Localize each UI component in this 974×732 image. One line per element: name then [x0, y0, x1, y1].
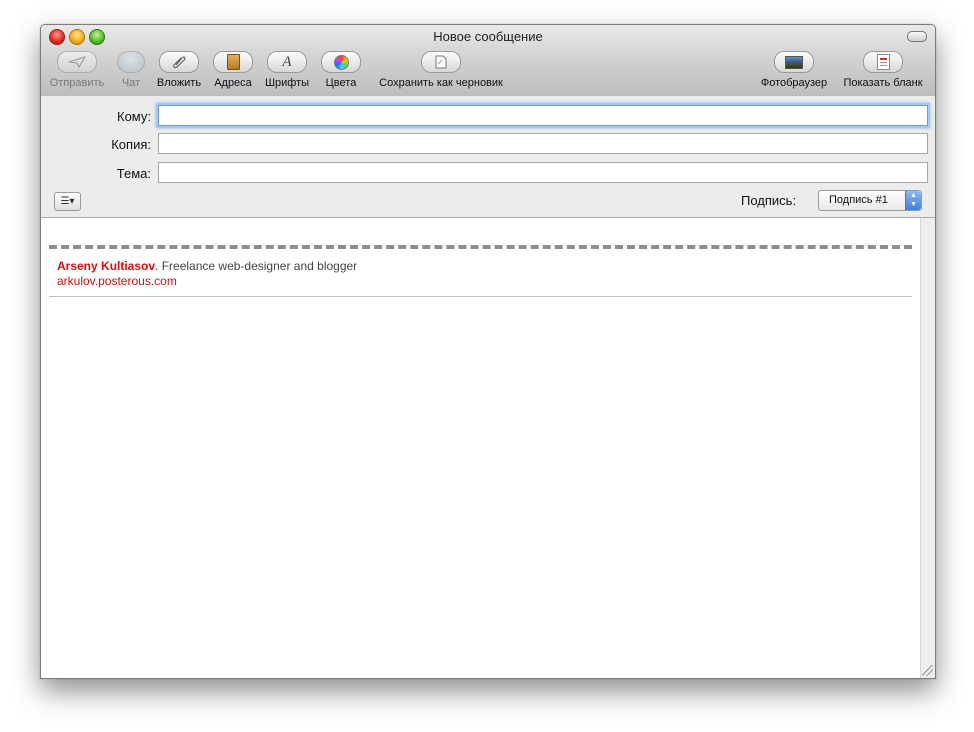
show-stationery-label: Показать бланк [843, 77, 923, 89]
paper-plane-icon [57, 51, 97, 73]
save-draft-label: Сохранить как черновик [379, 77, 503, 89]
signature-link[interactable]: arkulov.posterous.com [57, 274, 177, 288]
mail-compose-window: Новое сообщение Отправить Чат Вложить Ад… [40, 24, 936, 679]
colors-button[interactable]: Цвета [319, 51, 363, 89]
show-stationery-button[interactable]: Показать бланк [838, 51, 928, 89]
signature-tagline: . Freelance web-designer and blogger [155, 259, 358, 273]
attach-button[interactable]: Вложить [154, 51, 204, 89]
title-bar: Новое сообщение Отправить Чат Вложить Ад… [41, 25, 935, 97]
message-body[interactable]: Arseny Kultiasov. Freelance web-designer… [41, 218, 920, 678]
photo-icon [774, 51, 814, 73]
signature-selected-value: Подпись #1 [829, 194, 888, 206]
send-button[interactable]: Отправить [47, 51, 107, 89]
compose-header: Кому: Копия: Тема: ☰▾ Подпись: Подпись #… [41, 96, 935, 218]
photo-browser-button[interactable]: Фотобраузер [757, 51, 831, 89]
photo-browser-label: Фотобраузер [760, 77, 828, 89]
subject-label: Тема: [116, 166, 151, 181]
signature-select[interactable]: Подпись #1 ▲ ▼ [818, 190, 922, 211]
stationery-icon [863, 51, 903, 73]
window-title: Новое сообщение [433, 29, 543, 44]
draft-icon [421, 51, 461, 73]
signature-dotted-divider [49, 245, 912, 249]
color-wheel-icon [321, 51, 361, 73]
send-label: Отправить [49, 77, 105, 89]
attach-label: Вложить [156, 77, 202, 89]
header-format-menu-button[interactable]: ☰▾ [54, 192, 81, 211]
cc-label: Копия: [111, 137, 151, 152]
to-label: Кому: [117, 109, 151, 124]
resize-grip-icon[interactable] [922, 665, 933, 676]
font-icon: A [267, 51, 307, 73]
chat-bubble-icon [117, 51, 145, 73]
cc-field[interactable] [158, 133, 928, 154]
vertical-scrollbar[interactable] [920, 218, 935, 678]
address-book-icon [213, 51, 253, 73]
to-field[interactable] [158, 105, 928, 126]
subject-field[interactable] [158, 162, 928, 183]
toolbar-toggle-button[interactable] [907, 31, 927, 42]
select-stepper-icon: ▲ ▼ [905, 191, 921, 210]
signature-rule [49, 296, 912, 297]
signature-label: Подпись: [741, 193, 797, 208]
list-menu-icon: ☰▾ [60, 196, 75, 207]
save-draft-button[interactable]: Сохранить как черновик [370, 51, 512, 89]
paperclip-icon [159, 51, 199, 73]
chat-label: Чат [121, 77, 141, 89]
signature-line: Arseny Kultiasov. Freelance web-designer… [57, 259, 357, 273]
chat-button[interactable]: Чат [113, 51, 149, 89]
fonts-label: Шрифты [264, 77, 310, 89]
addresses-label: Адреса [214, 77, 252, 89]
addresses-button[interactable]: Адреса [210, 51, 256, 89]
colors-label: Цвета [325, 77, 357, 89]
signature-name: Arseny Kultiasov [57, 259, 156, 273]
fonts-button[interactable]: A Шрифты [261, 51, 313, 89]
